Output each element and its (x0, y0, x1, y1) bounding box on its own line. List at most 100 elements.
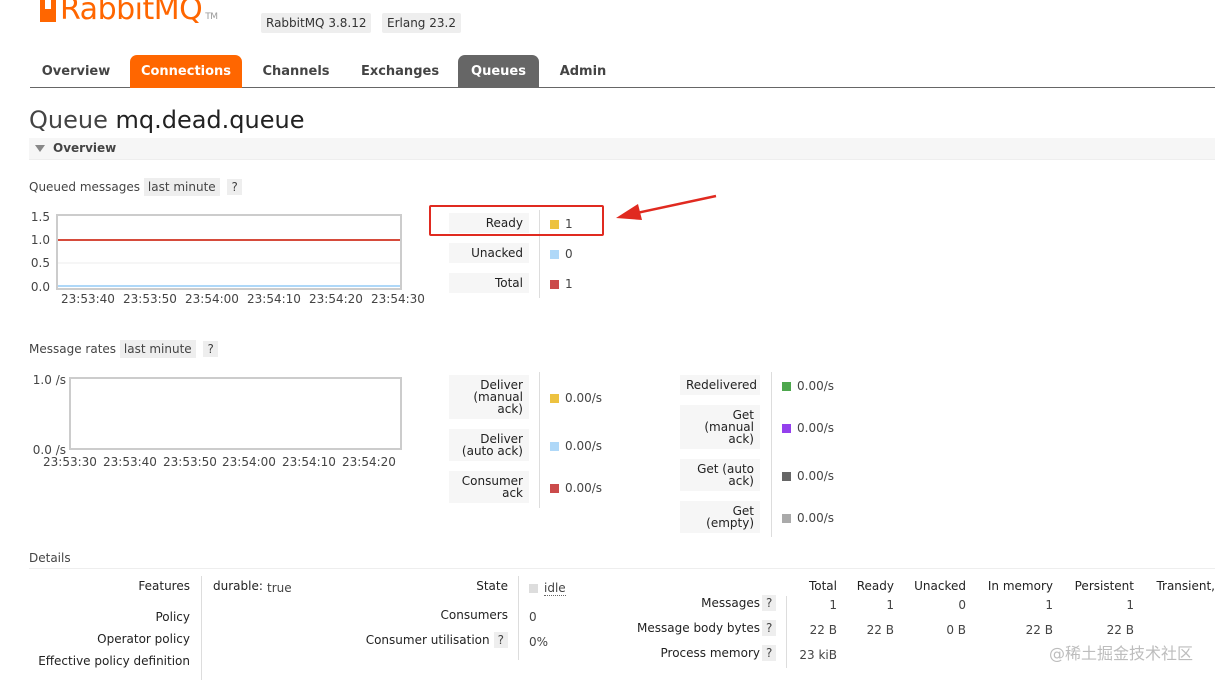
legend-consumer-ack-value: 0.00/s (550, 481, 602, 495)
tab-connections[interactable]: Connections (130, 55, 242, 88)
table-header-persistent: Persistent (1074, 579, 1134, 593)
table-cell: 22 B (866, 623, 894, 637)
legend-unacked-value: 0 (550, 247, 573, 261)
table-cell: 0 (958, 598, 966, 612)
rates-x-tick: 23:53:30 (43, 455, 97, 469)
legend-get-manual-label: Get (manual ack) (680, 405, 760, 449)
deliver-manual-swatch-icon (550, 394, 559, 403)
table-row-label: Messages (701, 596, 760, 610)
legend-unacked-label: Unacked (449, 243, 529, 263)
erlang-version-badge: Erlang 23.2 (382, 13, 461, 33)
page-title-prefix: Queue (29, 106, 108, 134)
process-memory-help-button[interactable]: ? (762, 645, 777, 661)
table-cell: 23 kiB (799, 648, 837, 662)
rates-legend-divider (539, 372, 540, 508)
consumer-ack-swatch-icon (550, 484, 559, 493)
rabbitmq-version-badge: RabbitMQ 3.8.12 (261, 13, 372, 33)
table-header-unacked: Unacked (914, 579, 966, 593)
table-cell: 1 (829, 598, 837, 612)
body-bytes-help-button[interactable]: ? (762, 620, 777, 636)
tab-overview[interactable]: Overview (30, 55, 122, 88)
table-cell: 1 (886, 598, 894, 612)
rates-y-tick: 1.0 /s (32, 373, 66, 387)
table-cell: 22 B (809, 623, 837, 637)
legend-deliver-auto-value: 0.00/s (550, 439, 602, 453)
consumers-label: Consumers (440, 608, 508, 622)
unacked-swatch-icon (550, 250, 559, 259)
get-empty-swatch-icon (782, 514, 791, 523)
queued-y-tick: 1.0 (30, 233, 50, 247)
rates-x-tick: 23:54:00 (222, 455, 276, 469)
queued-help-button[interactable]: ? (227, 179, 242, 195)
watermark: @稀土掘金技术社区 (1048, 644, 1193, 663)
rates-help-button[interactable]: ? (203, 341, 218, 357)
details-divider (29, 568, 1215, 569)
collapse-triangle-icon (35, 145, 45, 152)
legend-get-empty-value: 0.00/s (782, 511, 834, 525)
tab-queues[interactable]: Queues (458, 55, 539, 88)
legend-redelivered-label: Redelivered (680, 375, 760, 395)
legend-consumer-ack-label: Consumer ack (449, 471, 529, 503)
queued-messages-chart (56, 214, 402, 290)
messages-help-button[interactable]: ? (762, 595, 777, 611)
tab-admin[interactable]: Admin (548, 55, 618, 88)
queued-x-tick: 23:54:10 (247, 292, 301, 306)
get-auto-swatch-icon (782, 472, 791, 481)
durable-value: true (267, 581, 292, 595)
table-cell: 0 B (946, 623, 966, 637)
legend-total-value: 1 (550, 277, 573, 291)
table-row-label: Process memory (660, 646, 760, 660)
rates-x-tick: 23:54:20 (342, 455, 396, 469)
main-nav-tabs: Overview Connections Channels Exchanges … (30, 55, 1215, 88)
queued-range-selector[interactable]: last minute (143, 178, 220, 196)
features-label: Features (138, 579, 190, 593)
details-table-divider (786, 596, 787, 668)
table-cell: 1 (1126, 598, 1134, 612)
utilisation-value: 0% (529, 635, 549, 649)
queued-x-tick: 23:54:00 (185, 292, 239, 306)
table-cell: 22 B (1106, 623, 1134, 637)
get-manual-swatch-icon (782, 424, 791, 433)
ready-highlight-box (429, 205, 604, 236)
rates-legend-divider-right (771, 372, 772, 537)
legend-get-manual-value: 0.00/s (782, 421, 834, 435)
legend-get-empty-label: Get (empty) (680, 501, 760, 533)
deliver-auto-swatch-icon (550, 442, 559, 451)
durable-key: durable: (213, 579, 263, 593)
queued-y-tick: 0.5 (30, 256, 50, 270)
effective-policy-label: Effective policy definition (38, 654, 190, 668)
details-divider-1 (201, 576, 202, 680)
queued-x-tick: 23:54:20 (309, 292, 363, 306)
policy-label: Policy (155, 610, 190, 624)
message-rates-chart (69, 377, 402, 450)
queued-x-tick: 23:53:50 (123, 292, 177, 306)
table-cell: 1 (1045, 598, 1053, 612)
utilisation-help-button[interactable]: ? (493, 632, 508, 648)
queued-x-tick: 23:53:40 (61, 292, 115, 306)
operator-policy-label: Operator policy (97, 632, 190, 646)
state-value: idle (529, 581, 566, 596)
rates-x-tick: 23:53:50 (163, 455, 217, 469)
legend-total-label: Total (449, 273, 529, 293)
tab-exchanges[interactable]: Exchanges (352, 55, 448, 88)
table-header-ready: Ready (856, 579, 894, 593)
utilisation-label: Consumer utilisation? (340, 632, 508, 648)
consumers-value: 0 (529, 610, 537, 624)
legend-get-auto-label: Get (auto ack) (680, 459, 760, 491)
table-header-in-memory: In memory (987, 579, 1053, 593)
tab-channels[interactable]: Channels (250, 55, 342, 88)
rabbit-logo-icon (40, 0, 56, 22)
details-divider-2 (518, 576, 519, 660)
rates-x-tick: 23:53:40 (103, 455, 157, 469)
legend-deliver-auto-label: Deliver (auto ack) (449, 429, 529, 461)
table-cell: 22 B (1025, 623, 1053, 637)
details-title: Details (29, 551, 71, 565)
rates-range-selector[interactable]: last minute (119, 340, 196, 358)
queue-name: mq.dead.queue (115, 106, 305, 134)
overview-section-toggle[interactable]: Overview (29, 138, 1215, 160)
red-arrow-icon (616, 194, 717, 220)
redelivered-swatch-icon (782, 382, 791, 391)
legend-redelivered-value: 0.00/s (782, 379, 834, 393)
table-header-transient: Transient, (1156, 579, 1215, 593)
state-label: State (476, 579, 508, 593)
